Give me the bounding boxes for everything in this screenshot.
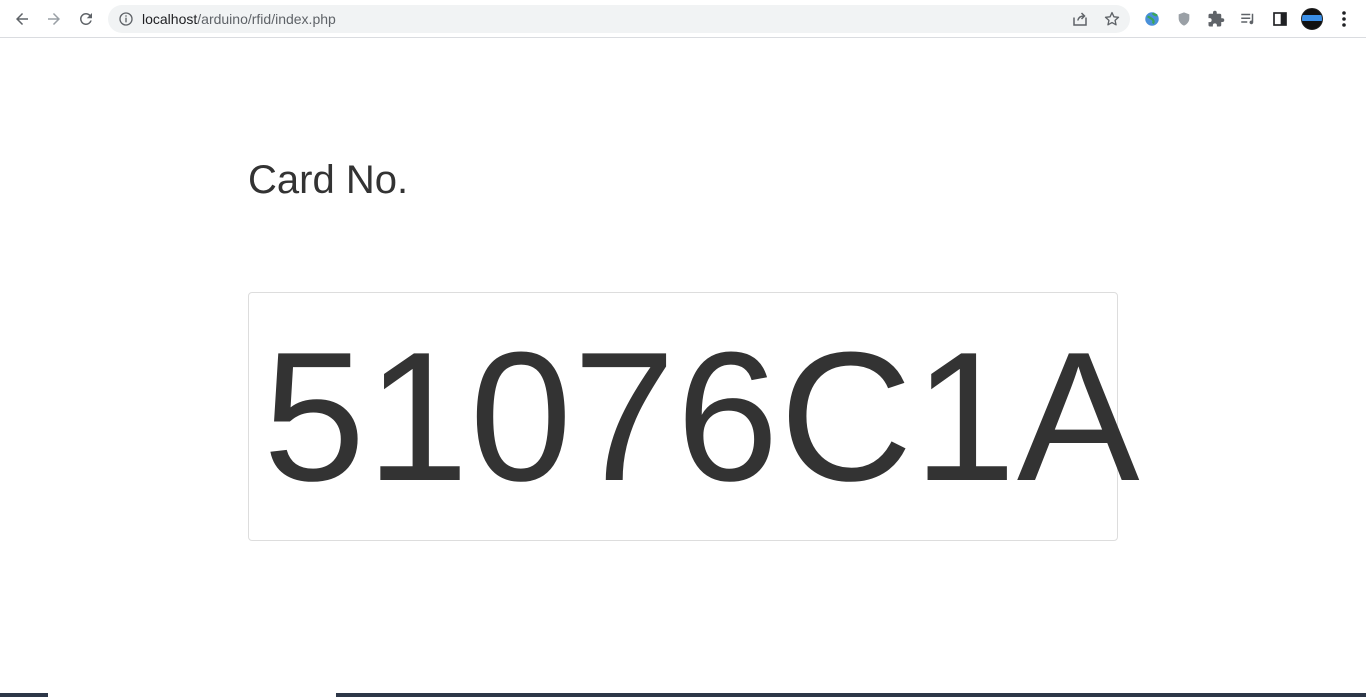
card-number-panel: 51076C1A: [248, 292, 1140, 541]
card-number-value: 51076C1A: [263, 313, 1141, 519]
info-icon[interactable]: [118, 11, 134, 27]
url-text[interactable]: localhost/arduino/rfid/index.php: [142, 11, 336, 27]
kebab-menu-icon[interactable]: [1335, 9, 1353, 29]
back-button[interactable]: [8, 5, 36, 33]
arrow-left-icon: [16, 13, 28, 25]
address-bar[interactable]: localhost/arduino/rfid/index.php: [108, 5, 1130, 33]
shield-extension-icon[interactable]: [1174, 9, 1194, 29]
avatar[interactable]: [1301, 8, 1323, 30]
forward-button[interactable]: [40, 5, 68, 33]
taskbar-strip: [0, 693, 1366, 697]
arrow-right-icon: [48, 13, 60, 25]
url-host: localhost: [142, 11, 198, 27]
globe-extension-icon[interactable]: [1142, 9, 1162, 29]
reload-icon: [79, 12, 92, 25]
browser-toolbar: localhost/arduino/rfid/index.php: [0, 0, 1366, 38]
reload-button[interactable]: [72, 5, 100, 33]
star-icon[interactable]: [1103, 10, 1121, 28]
share-icon[interactable]: [1071, 10, 1089, 28]
puzzle-icon[interactable]: [1206, 9, 1226, 29]
url-path: /arduino/rfid/index.php: [197, 11, 336, 27]
taskbar-highlight: [48, 693, 336, 697]
page-title: Card No.: [248, 158, 409, 202]
media-queue-icon[interactable]: [1238, 9, 1258, 29]
side-panel-icon[interactable]: [1270, 9, 1290, 29]
